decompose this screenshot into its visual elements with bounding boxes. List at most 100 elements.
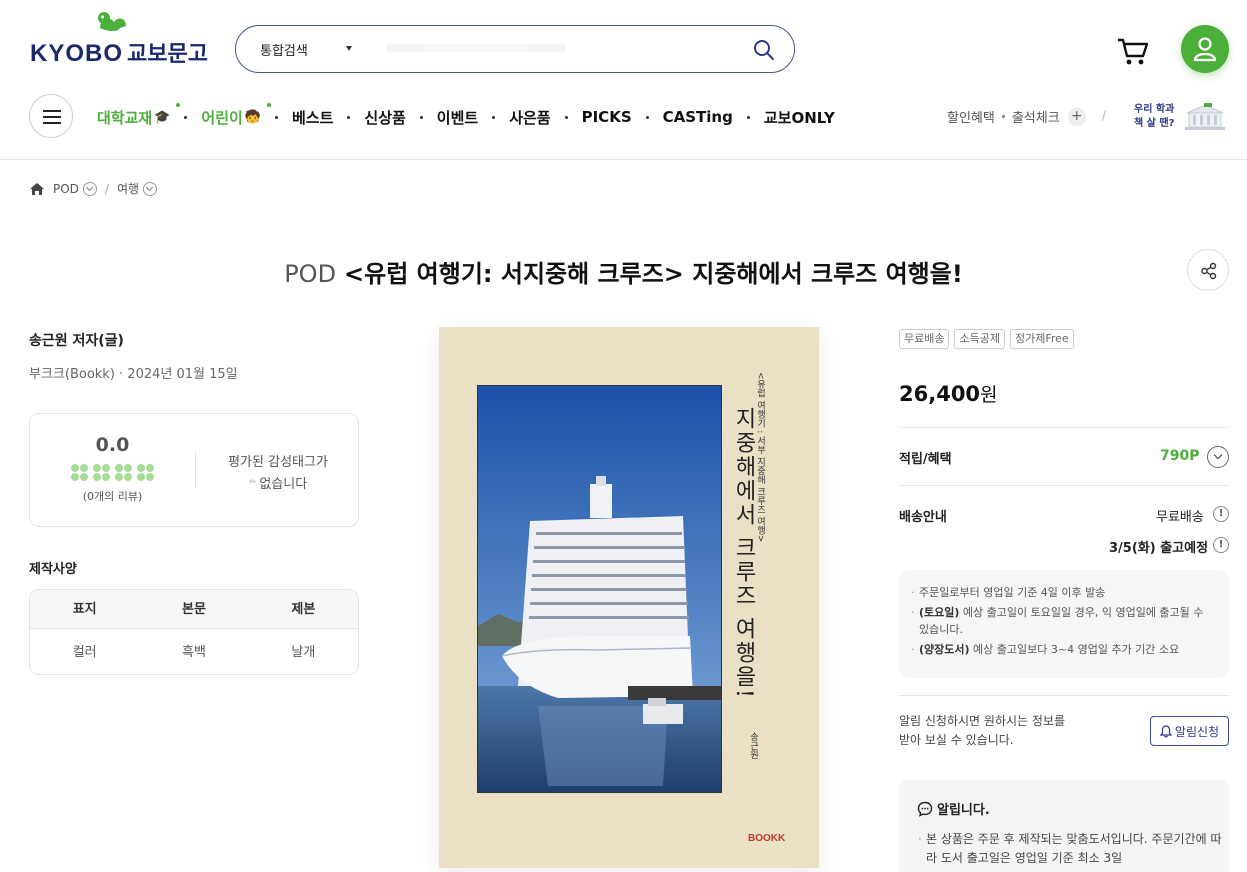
home-icon[interactable] [29, 182, 45, 196]
nav-item[interactable]: 사은품 [509, 107, 550, 128]
review-count[interactable]: (0개의 리뷰) [30, 488, 195, 504]
quote-icon: ❝ [248, 477, 257, 492]
search-bar: 통합검색 [235, 25, 795, 73]
nav-item[interactable]: 어린이 🧒 [201, 102, 271, 128]
spec-value-binding: 날개 [291, 645, 316, 660]
nav-separator [492, 115, 496, 119]
info-icon[interactable]: ! [1213, 506, 1229, 522]
nav-item[interactable]: 교보ONLY [764, 107, 835, 128]
breadcrumb-pod[interactable]: POD [53, 182, 79, 196]
nav-separator [746, 115, 750, 119]
bell-icon [1159, 724, 1172, 738]
cart-icon[interactable] [1116, 34, 1150, 68]
slash-separator: / [1101, 109, 1107, 124]
nav-item[interactable]: 베스트 [292, 107, 333, 128]
attendance-link[interactable]: 출석체크 [1012, 107, 1060, 126]
university-building-icon[interactable] [1183, 103, 1227, 131]
nav-item[interactable]: 이벤트 [437, 107, 478, 128]
info-icon[interactable]: ! [1213, 537, 1229, 553]
discount-link[interactable]: 할인혜택 [947, 107, 995, 126]
cover-author: 송근원 [748, 732, 758, 759]
nav-item[interactable]: 신상품 [364, 107, 405, 128]
product-title-text: <유럽 여행기: 서지중해 크루즈> 지중해에서 크루즈 여행을! [344, 260, 963, 288]
hamburger-icon [43, 110, 61, 124]
breadcrumb-separator: / [104, 181, 109, 196]
clover-icon [93, 464, 110, 481]
chevron-down-icon[interactable] [82, 181, 97, 196]
notice-title: 알립니다. [917, 799, 990, 818]
main-nav: 대학교재 🎓 어린이 🧒 베스트 신상품 이벤트 사은품 PICKS CASTing 교보ONLY [97, 102, 835, 128]
divider [899, 695, 1229, 696]
spec-header-row: 표지 본문 제본 [30, 590, 358, 629]
nav-item[interactable]: PICKS [582, 108, 632, 126]
nav-emoji-icon: 🧒 [244, 109, 261, 125]
menu-button[interactable] [29, 94, 73, 138]
spec-header-body: 본문 [182, 602, 206, 617]
points-label: 적립/혜택 [899, 452, 952, 467]
product-badges: 무료배송 소득공제 정가제Free [899, 329, 1074, 349]
notice-box: 알립니다. 본 상품은 주문 후 제작되는 맞춤도서입니다. 주문기간에 따라 … [899, 780, 1229, 872]
search-icon[interactable] [752, 38, 776, 62]
new-dot-badge [266, 102, 271, 107]
badge-fixed-price-free: 정가제Free [1009, 329, 1074, 349]
speech-bubble-icon [917, 801, 933, 817]
shipping-notes: 주문일로부터 영업일 기준 4일 이후 발송 (토요일) 예상 출고일이 토요일일… [899, 570, 1229, 678]
nav-item[interactable]: CASTing [663, 108, 733, 126]
badge-free-shipping: 무료배송 [899, 329, 950, 349]
nav-separator [564, 115, 568, 119]
univ-banner-text[interactable]: 우리 학과 책 살 땐? [1134, 103, 1174, 131]
site-header: KYOBO 교보문고 통합검색 대학교재 🎓 어린이 🧒 베스트 신상품 이벤트 사은품 PICK… [0, 0, 1247, 160]
spec-header-cover: 표지 [72, 602, 97, 617]
alarm-subscribe-button[interactable]: 알림신청 [1150, 716, 1229, 746]
spec-value-row: 컬러 흑백 날개 [30, 629, 358, 674]
nav-separator [419, 115, 423, 119]
user-icon [1193, 37, 1217, 62]
clover-rating [71, 464, 154, 481]
spec-table: 표지 본문 제본 컬러 흑백 날개 [29, 589, 359, 675]
nav-separator [184, 115, 188, 119]
shipping-note: 주문일로부터 영업일 기준 4일 이후 발송 [911, 584, 1215, 601]
utility-links: 할인혜택 출석체크 + / [947, 107, 1118, 126]
product-title: POD <유럽 여행기: 서지중해 크루즈> 지중해에서 크루즈 여행을! [0, 254, 1247, 289]
bird-logo-icon [98, 12, 126, 31]
share-button[interactable] [1187, 249, 1229, 291]
spec-value-cover: 컬러 [72, 645, 97, 660]
points-expand-button[interactable] [1207, 446, 1229, 468]
caret-down-icon[interactable] [346, 46, 352, 51]
shipping-free: 무료배송 [1156, 510, 1204, 525]
review-score: 0.0 [95, 434, 130, 456]
product-prefix: POD [284, 260, 337, 288]
breadcrumb: POD / 여행 [29, 180, 158, 197]
nav-separator [645, 115, 649, 119]
logo-text: KYOBO 교보문고 [30, 40, 208, 67]
share-icon [1201, 262, 1217, 280]
cover-title: 지중해에서 크루즈 여행을! [731, 407, 756, 700]
dot-separator [1001, 115, 1005, 118]
nav-separator [274, 115, 278, 119]
shipping-date: 3/5(화) 출고예정 [1109, 541, 1209, 556]
points-value: 790P [1160, 448, 1200, 464]
divider [899, 427, 1229, 428]
review-summary: 0.0 (0개의 리뷰) 평가된 감성태그가 ❝ 없습니다 [29, 413, 359, 527]
nav-item[interactable]: 대학교재 🎓 [97, 102, 181, 128]
search-category-select[interactable]: 통합검색 [260, 40, 308, 59]
shipping-note: (토요일) 예상 출고일이 토요일일 경우, 익 영업일에 출고될 수 있습니다… [911, 604, 1215, 638]
search-placeholder-blur [386, 44, 566, 52]
cover-publisher-logo: BOOKK [748, 833, 786, 844]
clover-icon [137, 464, 154, 481]
shipping-label: 배송안내 [899, 510, 947, 525]
kyobo-logo[interactable]: KYOBO 교보문고 [30, 10, 210, 67]
price: 26,400원 [899, 382, 998, 406]
nav-separator [347, 115, 351, 119]
badge-income-deduction: 소득공제 [954, 329, 1005, 349]
breadcrumb-travel[interactable]: 여행 [117, 180, 139, 197]
book-cover[interactable]: <유럽 여행기 : 서부 지중해 크루즈 여행> 지중해에서 크루즈 여행을! … [439, 327, 819, 868]
author-name[interactable]: 송근원 저자(글) [29, 330, 124, 350]
chevron-down-icon[interactable] [143, 181, 158, 196]
clover-icon [115, 464, 132, 481]
user-profile-button[interactable] [1181, 25, 1229, 73]
divider [899, 485, 1229, 486]
plus-icon[interactable]: + [1067, 107, 1086, 126]
emotion-tag-message: 평가된 감성태그가 ❝ 없습니다 [228, 455, 328, 492]
nav-emoji-icon: 🎓 [154, 109, 171, 125]
